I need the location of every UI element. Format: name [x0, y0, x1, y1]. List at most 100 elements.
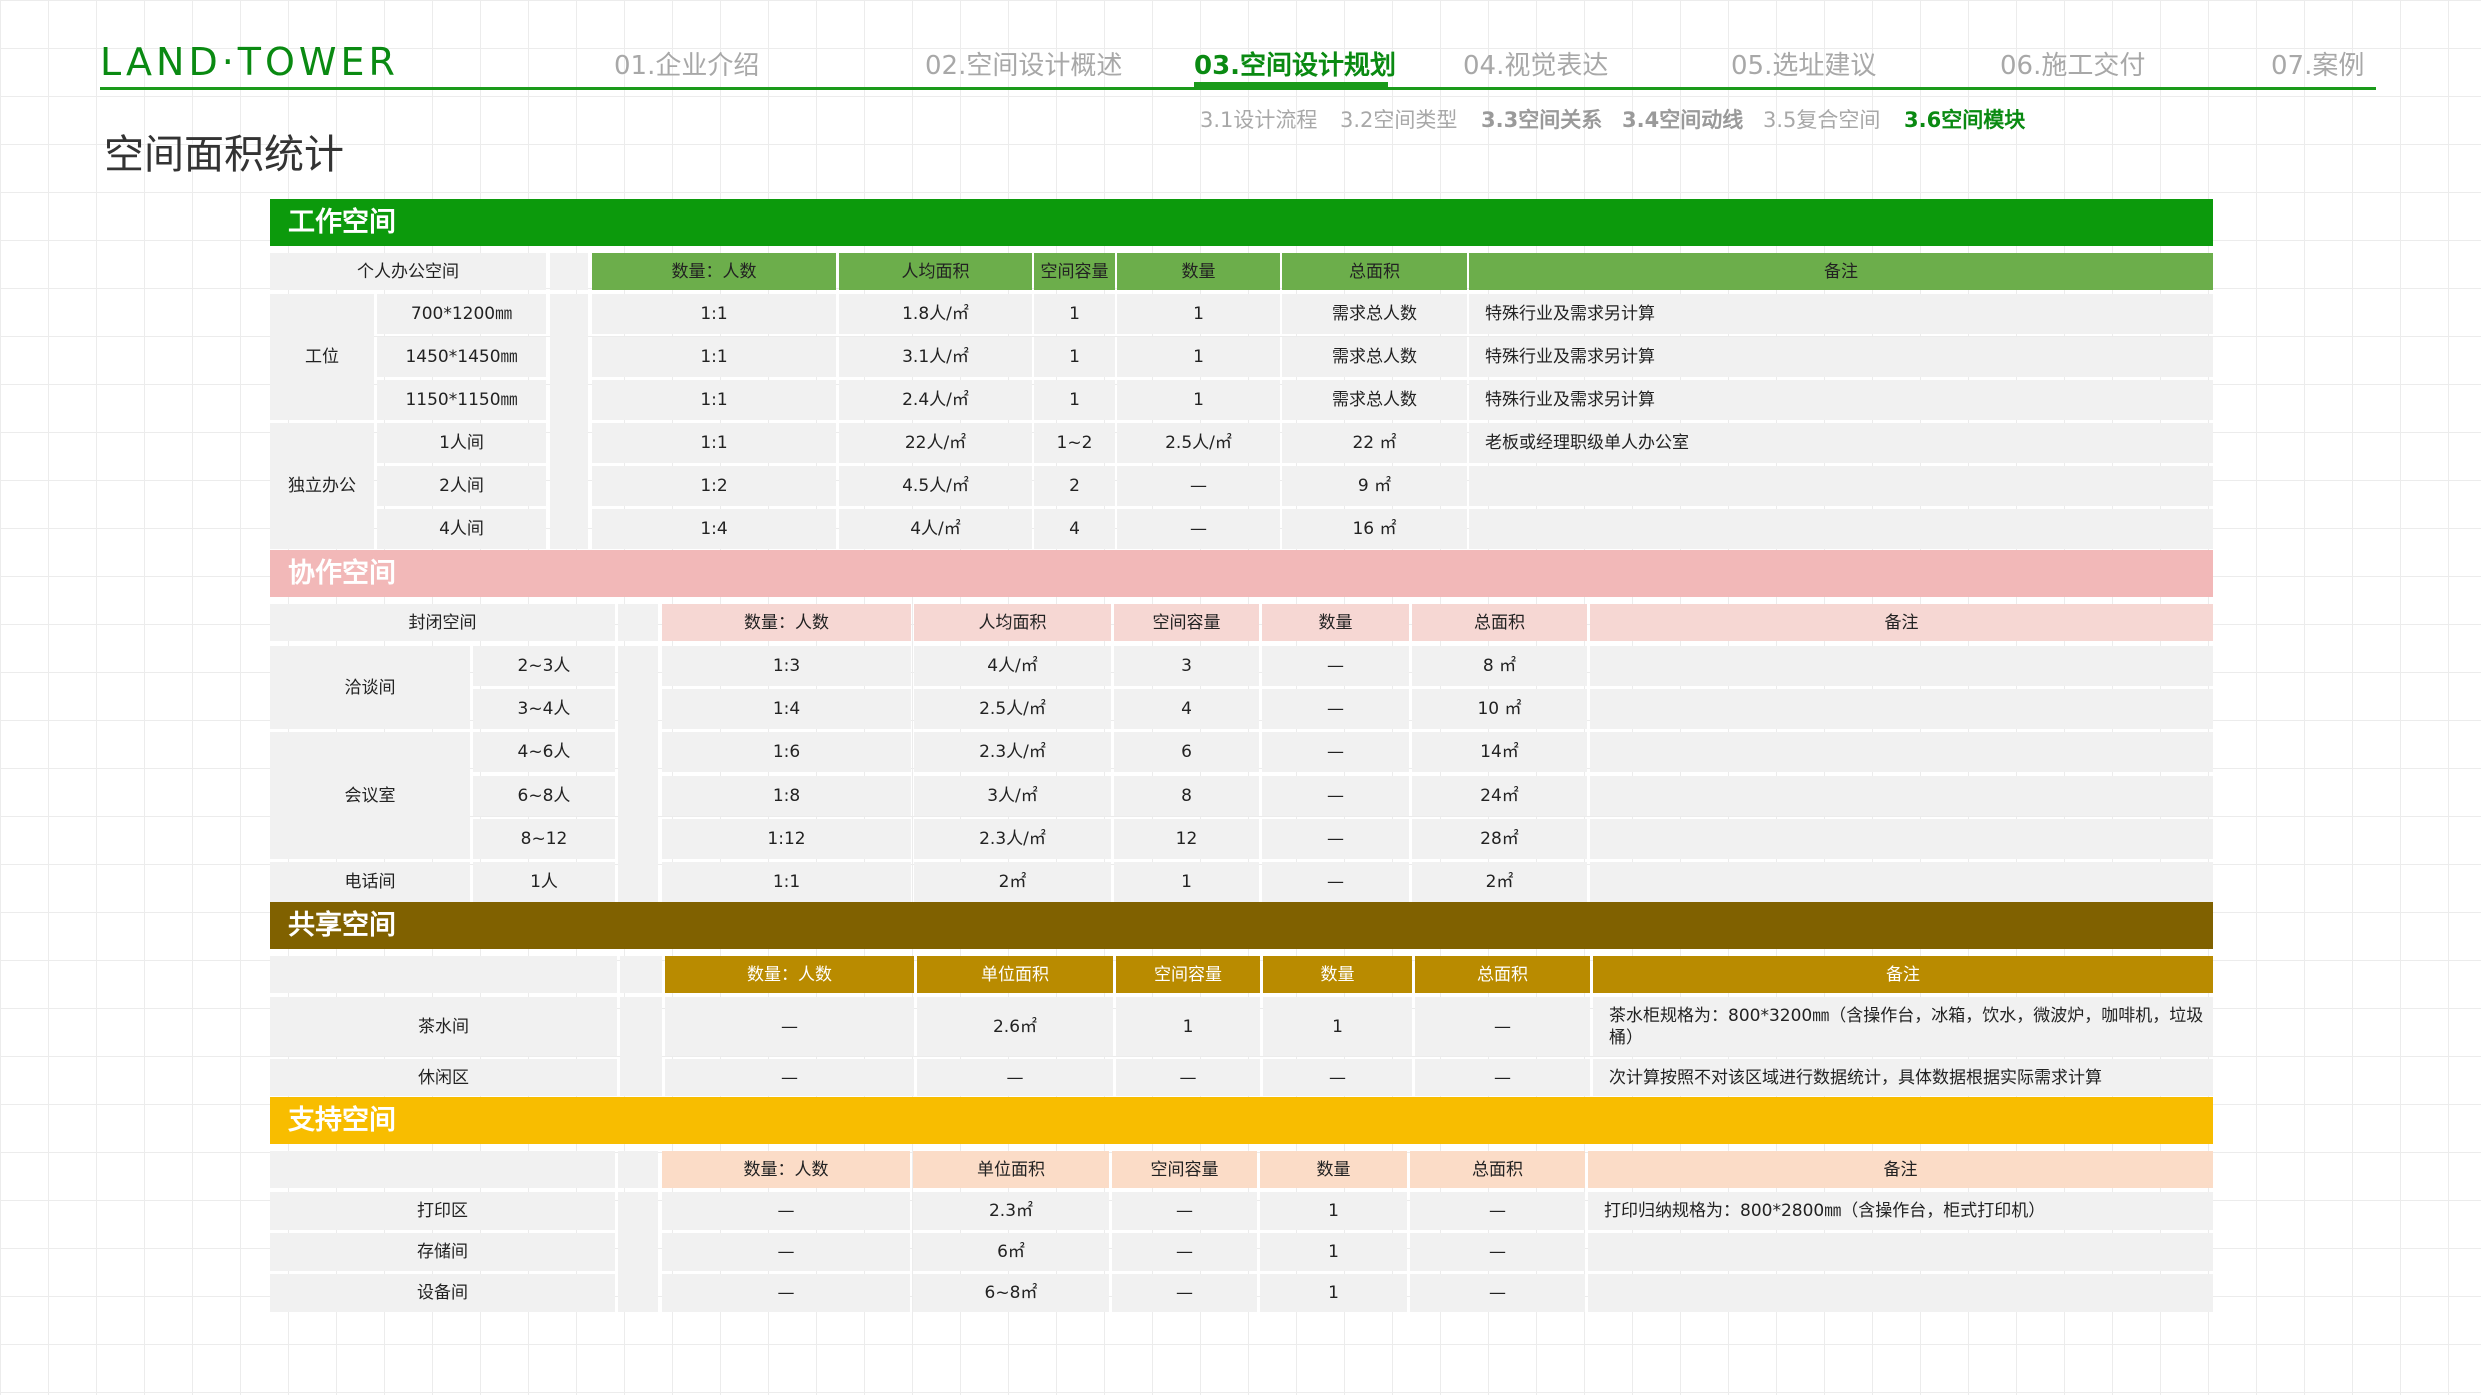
table-cell	[1590, 819, 2213, 859]
nav-item-company[interactable]: 01.企业介绍	[614, 45, 759, 82]
spacer-cell	[618, 1151, 658, 1188]
work-section-label: 个人办公空间	[270, 253, 546, 290]
table-cell: —	[1262, 862, 1409, 902]
table-cell: —	[1262, 732, 1409, 772]
table-cell: —	[1116, 1059, 1260, 1096]
table-cell: 1	[1117, 337, 1280, 377]
table-cell: 10 ㎡	[1412, 689, 1587, 729]
nav-item-cases[interactable]: 07.案例	[2271, 45, 2364, 82]
table-cell: 16 ㎡	[1282, 509, 1467, 549]
table-cell: 1	[1117, 380, 1280, 420]
table-cell: 1:3	[662, 646, 911, 686]
table-cell: —	[1262, 776, 1409, 816]
section-title-collab: 协作空间	[288, 558, 396, 589]
table-cell	[1590, 646, 2213, 686]
subnav-item-module[interactable]: 3.6空间模块	[1904, 104, 2025, 134]
column-header: 备注	[1590, 604, 2213, 641]
logo: LAND·TOWER	[100, 40, 399, 84]
column-header: 空间容量	[1116, 956, 1260, 993]
row-group-label: 独立办公	[270, 423, 374, 549]
table-cell: 9 ㎡	[1282, 466, 1467, 506]
section-band-shared: 共享空间	[270, 902, 2213, 949]
subnav-item-flow[interactable]: 3.4空间动线	[1622, 104, 1743, 134]
nav-item-site[interactable]: 05.选址建议	[1731, 45, 1876, 82]
table-cell: 2.5人/㎡	[914, 689, 1111, 729]
table-cell: —	[1117, 466, 1280, 506]
row-sub-label: 700*1200㎜	[377, 294, 546, 334]
column-header: 备注	[1593, 956, 2213, 993]
column-header: 数量	[1263, 956, 1412, 993]
table-cell: 2	[1034, 466, 1115, 506]
table-cell: 24㎡	[1412, 776, 1587, 816]
table-cell: 8 ㎡	[1412, 646, 1587, 686]
table-cell: —	[1262, 689, 1409, 729]
table-cell: 茶水柜规格为：800*3200㎜（含操作台，冰箱，饮水，微波炉，咖啡机，垃圾桶）	[1593, 997, 2213, 1056]
table-cell: —	[1112, 1192, 1257, 1230]
row-label: 存储间	[270, 1233, 615, 1271]
table-cell: 4	[1034, 509, 1115, 549]
table-cell: 4.5人/㎡	[839, 466, 1032, 506]
section-title-work: 工作空间	[288, 207, 396, 238]
table-cell	[1588, 1233, 2213, 1271]
table-cell: —	[1112, 1274, 1257, 1312]
table-cell: 2㎡	[914, 862, 1111, 902]
section-title-support: 支持空间	[288, 1105, 396, 1136]
table-cell: 3	[1114, 646, 1259, 686]
table-cell: —	[1263, 1059, 1412, 1096]
row-label: 茶水间	[270, 997, 617, 1056]
table-cell	[1590, 776, 2213, 816]
table-cell: 4	[1114, 689, 1259, 729]
table-cell: 4人/㎡	[914, 646, 1111, 686]
table-cell: 2.3人/㎡	[914, 819, 1111, 859]
column-header: 人均面积	[914, 604, 1111, 641]
subnav-item-compound[interactable]: 3.5复合空间	[1763, 104, 1880, 134]
table-cell: 3.1人/㎡	[839, 337, 1032, 377]
table-cell: 2.4人/㎡	[839, 380, 1032, 420]
table-cell	[1590, 862, 2213, 902]
row-sub-label: 4人间	[377, 509, 546, 549]
table-cell: 1:6	[662, 732, 911, 772]
section-title-shared: 共享空间	[288, 910, 396, 941]
nav-item-delivery[interactable]: 06.施工交付	[2000, 45, 2145, 82]
nav-item-planning[interactable]: 03.空间设计规划	[1194, 45, 1396, 82]
table-cell: 需求总人数	[1282, 294, 1467, 334]
subnav-item-process[interactable]: 3.1设计流程	[1200, 104, 1317, 134]
table-cell: —	[1410, 1274, 1585, 1312]
row-sub-label: 6~8人	[473, 776, 615, 816]
column-header: 数量：人数	[662, 604, 911, 641]
spacer-cell	[618, 604, 658, 641]
nav-item-overview[interactable]: 02.空间设计概述	[925, 45, 1122, 82]
column-header: 数量	[1260, 1151, 1407, 1188]
row-sub-label: 1450*1450㎜	[377, 337, 546, 377]
table-cell: 1:2	[592, 466, 836, 506]
subnav-item-relation[interactable]: 3.3空间关系	[1481, 104, 1602, 134]
table-cell: —	[662, 1192, 910, 1230]
column-header: 总面积	[1412, 604, 1587, 641]
table-cell: 1:4	[662, 689, 911, 729]
collab-section-label: 封闭空间	[270, 604, 615, 641]
table-cell: 1:1	[592, 380, 836, 420]
table-cell: 1.8人/㎡	[839, 294, 1032, 334]
row-sub-label: 1人间	[377, 423, 546, 463]
spacer-cell	[618, 646, 658, 902]
table-cell: 2㎡	[1412, 862, 1587, 902]
row-sub-label: 3~4人	[473, 689, 615, 729]
table-cell: 需求总人数	[1282, 337, 1467, 377]
table-cell: 特殊行业及需求另计算	[1469, 294, 2213, 334]
spacer-cell	[618, 1192, 658, 1312]
table-cell	[1590, 732, 2213, 772]
table-cell	[1590, 689, 2213, 729]
row-sub-label: 1150*1150㎜	[377, 380, 546, 420]
column-header: 备注	[1469, 253, 2213, 290]
table-cell: 次计算按照不对该区域进行数据统计，具体数据根据实际需求计算	[1593, 1059, 2213, 1096]
table-cell: —	[1262, 646, 1409, 686]
table-cell: —	[1112, 1233, 1257, 1271]
subnav-item-types[interactable]: 3.2空间类型	[1340, 104, 1457, 134]
nav-item-visual[interactable]: 04.视觉表达	[1463, 45, 1608, 82]
table-cell: 1:1	[592, 337, 836, 377]
table-cell: 2.5人/㎡	[1117, 423, 1280, 463]
table-cell: 14㎡	[1412, 732, 1587, 772]
table-cell: 1	[1034, 294, 1115, 334]
table-cell: —	[665, 997, 914, 1056]
column-header: 总面积	[1410, 1151, 1585, 1188]
